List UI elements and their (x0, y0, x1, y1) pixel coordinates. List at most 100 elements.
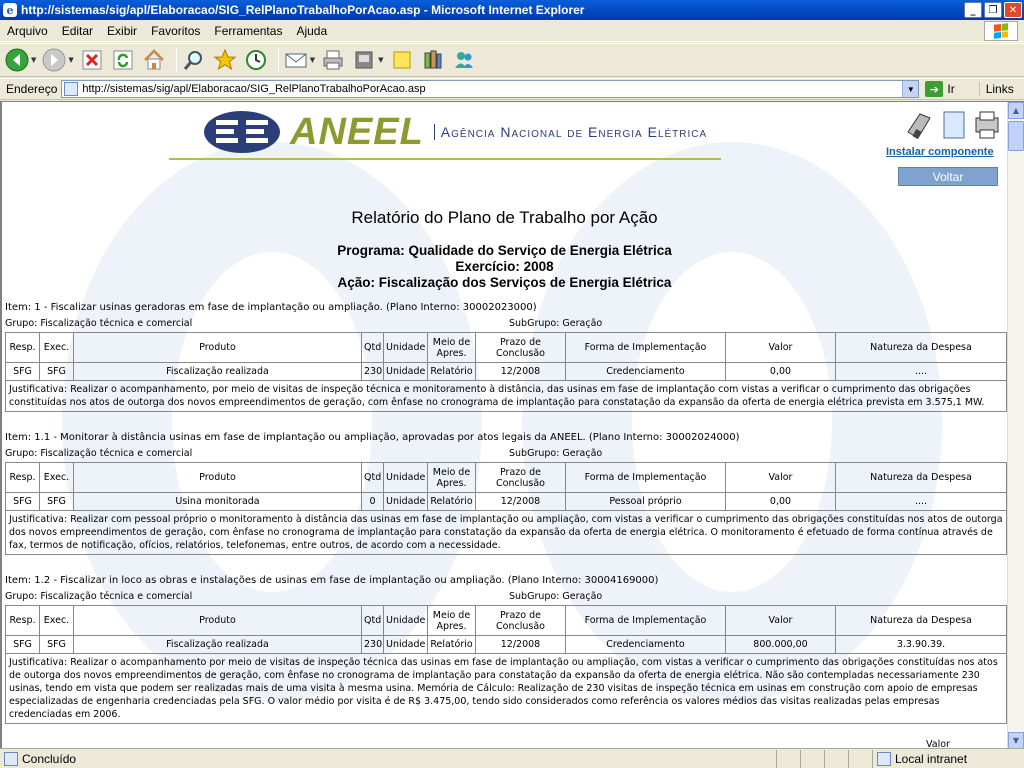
back-page-button[interactable]: Voltar (898, 167, 998, 186)
item-heading: Item: 1 - Fiscalizar usinas geradoras em… (5, 302, 537, 313)
column-header: Produto (73, 332, 362, 363)
column-header: Natureza da Despesa (835, 462, 1007, 493)
menu-favoritos[interactable]: Favoritos (144, 24, 207, 38)
item-group: Grupo: Fiscalização técnica e comercial S… (5, 591, 1007, 605)
plug-icon (907, 113, 931, 139)
menu-editar[interactable]: Editar (55, 24, 100, 38)
address-url[interactable]: http://sistemas/sig/apl/Elaboracao/SIG_R… (82, 83, 425, 95)
forward-arrow-icon (42, 48, 66, 72)
forward-dropdown-icon[interactable]: ▼ (68, 56, 73, 64)
column-header: Qtd (361, 605, 384, 636)
back-button[interactable] (4, 47, 30, 73)
research-button[interactable] (420, 47, 446, 73)
standard-toolbar: ▼ ▼ ▼ ▼ (0, 43, 1024, 77)
table-cell: 12/2008 (475, 492, 566, 511)
table-cell: 0,00 (725, 492, 836, 511)
status-bar: Concluído Local intranet (0, 748, 1024, 768)
home-icon (143, 49, 164, 70)
maximize-button[interactable]: ❐ (984, 2, 1002, 18)
mail-dropdown-icon[interactable]: ▼ (310, 56, 315, 64)
table-cell: Credenciamento (565, 635, 726, 654)
item-table: Resp. Exec. Produto Qtd Unidade Meio de Apres… (5, 332, 1007, 381)
menu-bar: Arquivo Editar Exibir Favoritos Ferramen… (0, 20, 1024, 42)
menu-ajuda[interactable]: Ajuda (289, 24, 334, 38)
messenger-icon (454, 52, 473, 68)
install-component-link[interactable]: Instalar componente (886, 146, 994, 158)
refresh-button[interactable] (110, 47, 136, 73)
column-header: Resp. (5, 332, 40, 363)
table-cell: 12/2008 (475, 362, 566, 381)
close-button[interactable]: ✕ (1004, 2, 1022, 18)
table-cell: Relatório (427, 635, 476, 654)
search-icon (183, 51, 202, 70)
discuss-button[interactable] (389, 47, 415, 73)
column-header: Qtd (361, 332, 384, 363)
table-cell: Unidade (383, 635, 428, 654)
history-button[interactable] (243, 47, 269, 73)
edit-button[interactable] (351, 47, 377, 73)
scroll-down-arrow-icon[interactable]: ▼ (1008, 732, 1024, 748)
logo-divider (169, 158, 721, 160)
column-header: Forma de Implementação (565, 332, 726, 363)
aneel-logo-mark-icon (204, 111, 280, 153)
windows-logo-icon (984, 21, 1018, 41)
report-title: Relatório do Plano de Trabalho por Ação (351, 208, 658, 227)
table-cell: SFG (39, 492, 74, 511)
table-cell: 0 (361, 492, 384, 511)
forward-button[interactable] (41, 47, 67, 73)
menu-arquivo[interactable]: Arquivo (0, 24, 55, 38)
home-button[interactable] (141, 47, 167, 73)
justification-text: Justificativa: Realizar com pessoal próp… (5, 511, 1007, 555)
column-header: Unidade (383, 605, 428, 636)
scroll-up-arrow-icon[interactable]: ▲ (1008, 102, 1024, 119)
ie-icon: e (3, 3, 17, 17)
minimize-button[interactable]: _ (964, 2, 982, 18)
title-bar: e http://sistemas/sig/apl/Elaboracao/SIG… (0, 0, 1024, 20)
scroll-thumb[interactable] (1008, 121, 1024, 151)
table-cell: SFG (5, 635, 40, 654)
table-cell: Relatório (427, 362, 476, 381)
table-cell: 230 (361, 635, 384, 654)
report-acao: Ação: Fiscalização dos Serviços de Energ… (337, 275, 672, 290)
column-header: Unidade (383, 332, 428, 363)
address-input[interactable]: http://sistemas/sig/apl/Elaboracao/SIG_R… (61, 80, 920, 98)
menu-ferramentas[interactable]: Ferramentas (207, 24, 289, 38)
group-label: Grupo: Fiscalização técnica e comercial (5, 448, 193, 459)
favorites-button[interactable] (212, 47, 238, 73)
mail-button[interactable] (283, 47, 309, 73)
search-button[interactable] (181, 47, 207, 73)
stop-icon (82, 50, 102, 70)
column-header: Exec. (39, 332, 74, 363)
address-dropdown-icon[interactable]: ▼ (902, 81, 919, 97)
plan-item: Item: 1 - Fiscalizar usinas geradoras em… (5, 302, 1007, 412)
column-header: Prazo de Conclusão (475, 462, 566, 493)
table-cell: SFG (5, 362, 40, 381)
menu-exibir[interactable]: Exibir (100, 24, 144, 38)
column-header: Unidade (383, 462, 428, 493)
table-cell: Unidade (383, 362, 428, 381)
group-label: Grupo: Fiscalização técnica e comercial (5, 591, 193, 602)
column-header: Produto (73, 605, 362, 636)
table-cell: Unidade (383, 492, 428, 511)
page-icon (64, 82, 79, 96)
messenger-button[interactable] (451, 47, 477, 73)
column-header: Qtd (361, 462, 384, 493)
back-dropdown-icon[interactable]: ▼ (31, 56, 36, 64)
column-header: Forma de Implementação (565, 462, 726, 493)
column-header: Resp. (5, 462, 40, 493)
page-done-icon (4, 751, 18, 766)
item-table: Resp. Exec. Produto Qtd Unidade Meio de Apres… (5, 605, 1007, 654)
links-button[interactable]: Links (978, 82, 1014, 96)
table-cell: 3.3.90.39. (835, 635, 1007, 654)
edit-dropdown-icon[interactable]: ▼ (378, 56, 383, 64)
back-arrow-icon (5, 48, 29, 72)
vertical-scrollbar[interactable]: ▲ ▼ (1007, 102, 1024, 748)
table-cell: SFG (5, 492, 40, 511)
column-header: Natureza da Despesa (835, 605, 1007, 636)
column-header: Exec. (39, 462, 74, 493)
table-cell: Usina monitorada (73, 492, 362, 511)
stop-button[interactable] (79, 47, 105, 73)
print-button[interactable] (320, 47, 346, 73)
note-icon (393, 51, 411, 69)
go-button[interactable]: ➔ Ir (925, 81, 955, 97)
